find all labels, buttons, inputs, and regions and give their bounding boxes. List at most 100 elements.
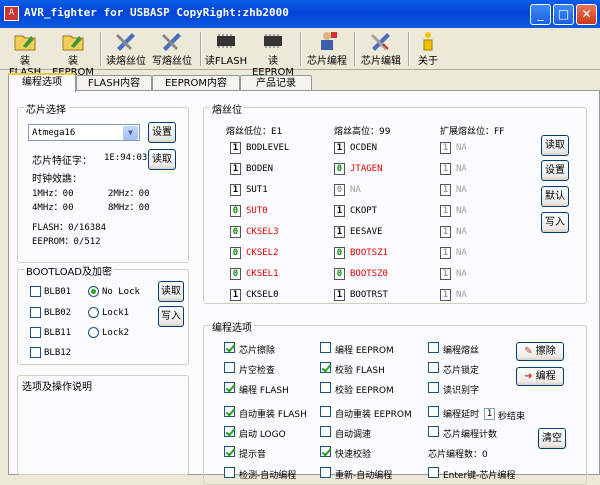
fuse-bit-toggle[interactable]: 1 [440, 184, 451, 196]
fuse-bit-label: SUT0 [246, 206, 268, 216]
no-lock-label: No Lock [102, 287, 140, 297]
program-option-checkbox[interactable] [428, 362, 439, 373]
program-option-checkbox[interactable] [320, 406, 331, 417]
fuse-bit-toggle[interactable]: 1 [440, 142, 451, 154]
fuse-bit-toggle[interactable]: 1 [334, 142, 345, 154]
erase-button[interactable]: ✎ 擦除 [516, 342, 564, 361]
program-option-checkbox[interactable] [224, 342, 235, 353]
program-option-checkbox[interactable] [224, 467, 235, 478]
about-button[interactable]: 关于 [412, 30, 444, 68]
chip-select-dropdown[interactable]: Atmega16 ▼ [28, 124, 140, 141]
fuse-bit-toggle[interactable]: 1 [334, 289, 345, 301]
boot-write-button[interactable]: 写入 [158, 306, 184, 327]
signature-read-button[interactable]: 读取 [148, 149, 176, 170]
fuse-bit-toggle[interactable]: 1 [440, 163, 451, 175]
lock1-label: Lock1 [102, 308, 130, 318]
program-option-checkbox[interactable] [320, 382, 331, 393]
tab-eeprom-content[interactable]: EEPROM内容 [152, 75, 240, 91]
program-option-label: 芯片编程计数 [443, 430, 498, 440]
program-option-checkbox[interactable] [224, 382, 235, 393]
edit-chip-button[interactable]: 芯片编辑 [358, 30, 404, 68]
program-option-checkbox[interactable] [320, 426, 331, 437]
maximize-button[interactable]: □ [553, 4, 574, 25]
load-eeprom-button[interactable]: 装EEPROM [50, 30, 96, 78]
fuse-bit-label: CKOPT [350, 206, 378, 216]
fuse-bit-toggle[interactable]: 1 [334, 205, 345, 217]
tab-flash-content[interactable]: FLASH内容 [76, 75, 152, 91]
fuse-bit-toggle[interactable]: 1 [230, 184, 241, 196]
read-eeprom-button[interactable]: 读EEPROM [250, 30, 296, 78]
program-option-checkbox[interactable] [428, 406, 439, 417]
blb11-checkbox[interactable] [30, 327, 41, 338]
program-option-checkbox[interactable] [224, 362, 235, 373]
read-flash-button[interactable]: 读FLASH [204, 30, 248, 68]
program-option-checkbox[interactable] [320, 467, 331, 478]
minimize-button[interactable]: _ [530, 4, 551, 25]
fuse-bit-toggle[interactable]: 1 [440, 226, 451, 238]
fuse-bit-toggle[interactable]: 1 [230, 142, 241, 154]
program-chip-button[interactable]: 芯片编程 [304, 30, 350, 68]
fuse-bit-label: NA [350, 185, 361, 195]
lock1-radio[interactable] [88, 307, 99, 318]
clear-button[interactable]: 清空 [538, 428, 566, 449]
fuse-write-button[interactable]: 写入 [541, 212, 569, 233]
blb01-checkbox[interactable] [30, 286, 41, 297]
program-button[interactable]: ➜ 编程 [516, 367, 564, 386]
fuse-set-button[interactable]: 设置 [541, 160, 569, 181]
fuse-bit-label: OCDEN [350, 143, 378, 153]
fuse-bit-label: NA [456, 206, 467, 216]
delay-input[interactable]: 1 [484, 408, 495, 420]
blb02-checkbox[interactable] [30, 307, 41, 318]
chip-set-button[interactable]: 设置 [148, 122, 176, 143]
delay-suffix: 秒结束 [498, 412, 526, 422]
fuse-bit-label: BOOTSZ1 [350, 248, 388, 258]
write-fuse-button[interactable]: 写熔丝位 [150, 30, 194, 68]
program-option-checkbox[interactable] [224, 406, 235, 417]
fuse-bit-toggle[interactable]: 0 [230, 268, 241, 280]
person-icon [321, 32, 337, 50]
blb12-label: BLB12 [44, 348, 72, 358]
fuse-label: 熔丝位 [210, 101, 244, 116]
fuse-bit-toggle[interactable]: 0 [230, 247, 241, 259]
fuse-bit-toggle[interactable]: 1 [334, 226, 345, 238]
read-fuse-button[interactable]: 读熔丝位 [104, 30, 148, 68]
program-option-checkbox[interactable] [224, 426, 235, 437]
program-option-checkbox[interactable] [428, 382, 439, 393]
fuse-bit-toggle[interactable]: 1 [440, 289, 451, 301]
no-lock-radio[interactable] [88, 286, 99, 297]
fuse-bit-toggle[interactable]: 0 [334, 268, 345, 280]
program-option-checkbox[interactable] [224, 446, 235, 457]
program-option-checkbox[interactable] [320, 342, 331, 353]
fuse-bit-toggle[interactable]: 1 [440, 268, 451, 280]
program-option-checkbox[interactable] [320, 446, 331, 457]
fuse-bit-label: NA [456, 290, 467, 300]
fuse-bit-toggle[interactable]: 0 [230, 205, 241, 217]
fuse-bit-toggle[interactable]: 0 [230, 226, 241, 238]
fuse-bit-toggle[interactable]: 0 [334, 163, 345, 175]
close-button[interactable]: ✕ [576, 4, 597, 25]
program-option-checkbox[interactable] [428, 342, 439, 353]
fuse-bit-toggle[interactable]: 1 [440, 247, 451, 259]
tab-program-options[interactable]: 编程选项 [8, 73, 76, 92]
fuse-bit-toggle[interactable]: 0 [334, 184, 345, 196]
app-icon[interactable]: A [4, 6, 19, 21]
program-option-checkbox[interactable] [320, 362, 331, 373]
program-option-checkbox[interactable] [428, 467, 439, 478]
program-option-checkbox[interactable] [428, 426, 439, 437]
boot-read-button[interactable]: 读取 [158, 281, 184, 302]
program-option-label: 芯片锁定 [443, 366, 480, 376]
fuse-bit-toggle[interactable]: 1 [230, 163, 241, 175]
fuse-bit-label: BODLEVEL [246, 143, 290, 153]
lock2-radio[interactable] [88, 327, 99, 338]
fuse-bit-toggle[interactable]: 1 [440, 205, 451, 217]
fuse-bit-toggle[interactable]: 1 [230, 289, 241, 301]
fuse-default-button[interactable]: 默认 [541, 186, 569, 207]
load-flash-button[interactable]: 装FLASH [4, 30, 46, 78]
blb12-checkbox[interactable] [30, 347, 41, 358]
chevron-down-icon[interactable]: ▼ [123, 126, 138, 140]
fuse-read-button[interactable]: 读取 [541, 135, 569, 156]
toolbar-separator [408, 32, 410, 66]
fuse-bit-toggle[interactable]: 0 [334, 247, 345, 259]
tab-product-records[interactable]: 产品记录 [240, 75, 312, 91]
toolbar-separator [354, 32, 356, 66]
